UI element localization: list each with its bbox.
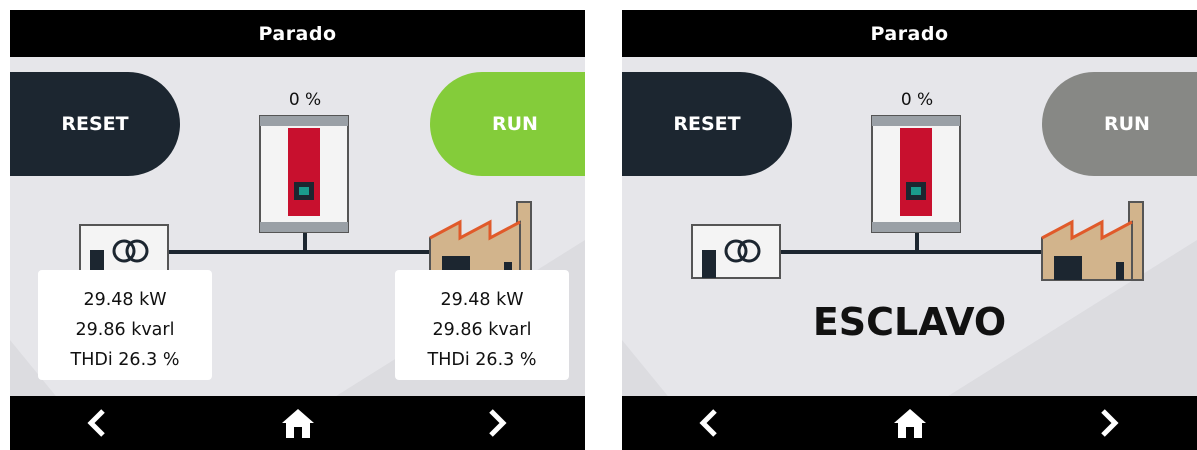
home-icon xyxy=(894,409,926,438)
mode-label: ESCLAVO xyxy=(812,300,1007,344)
grid-readings-panel: 29.48 kW 29.86 kvarl THDi 26.3 % xyxy=(38,270,212,380)
load-thdi: THDi 26.3 % xyxy=(427,350,537,370)
next-button[interactable] xyxy=(1074,396,1144,450)
home-button[interactable] xyxy=(875,396,945,450)
screen-slave: Parado RESET RUN 0 % ESCLAVO xyxy=(622,10,1197,450)
grid-thdi: THDi 26.3 % xyxy=(70,350,180,370)
bus-lines xyxy=(168,232,435,254)
single-line-diagram xyxy=(79,115,532,281)
load-reactive-power: 29.86 kvarl xyxy=(432,320,532,340)
chevron-right-icon xyxy=(489,409,507,437)
home-icon xyxy=(282,409,314,438)
bus-lines xyxy=(780,232,1047,254)
transformer-icon xyxy=(691,224,781,279)
load-readings-panel: 29.48 kW 29.86 kvarl THDi 26.3 % xyxy=(395,270,569,380)
screen-master: Parado RESET RUN 0 % 29.48 kW 29.86 kvar… xyxy=(10,10,585,450)
prev-button[interactable] xyxy=(674,396,744,450)
load-active-power: 29.48 kW xyxy=(440,290,524,310)
factory-icon xyxy=(429,201,532,281)
grid-active-power: 29.48 kW xyxy=(83,290,167,310)
navigation-bar xyxy=(622,396,1197,450)
navigation-bar xyxy=(10,396,585,450)
next-button[interactable] xyxy=(462,396,532,450)
chevron-right-icon xyxy=(1101,409,1119,437)
compensator-cabinet-icon xyxy=(259,115,349,233)
single-line-diagram xyxy=(691,115,1144,281)
factory-icon xyxy=(1041,201,1144,281)
chevron-left-icon xyxy=(87,409,105,437)
grid-reactive-power: 29.86 kvarl xyxy=(75,320,175,340)
chevron-left-icon xyxy=(699,409,717,437)
compensator-cabinet-icon xyxy=(871,115,961,233)
prev-button[interactable] xyxy=(62,396,132,450)
home-button[interactable] xyxy=(263,396,333,450)
